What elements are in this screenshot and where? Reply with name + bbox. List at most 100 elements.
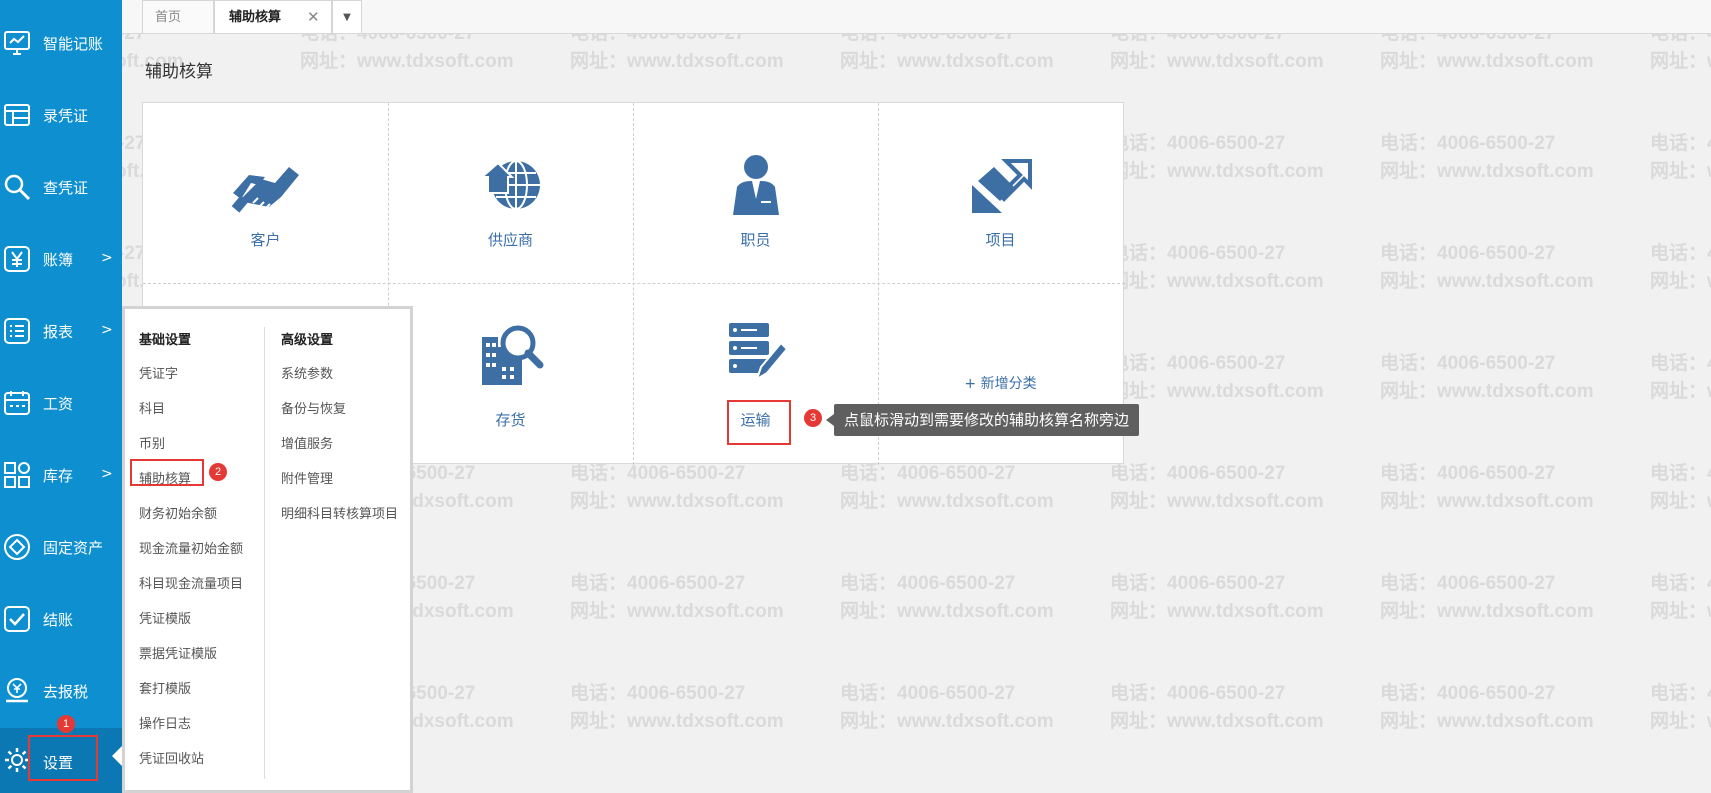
monitor-icon [4, 31, 30, 55]
menu-advanced-title: 高级设置 [281, 333, 334, 348]
tab-home-label: 首页 [155, 10, 182, 25]
yen-icon [4, 246, 30, 272]
category-supplier[interactable]: 供应商 [388, 103, 633, 283]
step-badge-2: 2 [209, 463, 227, 481]
sidebar-item-salary[interactable]: 工资 [0, 373, 122, 433]
sidebar-item-label: 固定资产 [43, 539, 104, 557]
tooltip: 点鼠标滑动到需要修改的辅助核算名称旁边 [825, 404, 1140, 436]
category-project[interactable]: 项目 [878, 103, 1123, 283]
watermark-text: 电话：4006-6500-27网址：www.tdxsoft.com [1110, 573, 1324, 622]
grid-icon [4, 462, 30, 488]
menu-basic-title: 基础设置 [139, 333, 192, 348]
watermark-text: 电话：4006-6500-27网址：www.tdxsoft.com [1650, 243, 1711, 292]
sidebar-item-label: 账簿 [43, 251, 74, 269]
project-arrow-icon [972, 159, 1032, 213]
chevron-right-icon: > [101, 322, 113, 338]
checkbox-icon [4, 606, 30, 632]
highlight-settings [28, 735, 98, 781]
watermark-text: 电话：4006-6500-27网址：www.tdxsoft.com [1110, 683, 1324, 732]
sidebar-item-closing[interactable]: 结账 [0, 589, 122, 649]
handshake-icon [231, 167, 299, 213]
menu-item-voucher-template[interactable]: 凭证模版 [139, 608, 191, 627]
watermark-text: 电话：4006-6500-27网址：www.tdxsoft.com [1650, 463, 1711, 512]
sidebar-item-label: 库存 [43, 467, 74, 485]
sidebar-item-inventory[interactable]: 库存 > [0, 445, 122, 505]
menu-item-account[interactable]: 科目 [139, 398, 165, 417]
watermark-text: 电话：4006-6500-27网址：www.tdxsoft.com [1110, 243, 1324, 292]
settings-menu: 基础设置 高级设置 凭证字 科目 币别 辅助核算 财务初始余额 现金流量初始金额… [122, 306, 413, 793]
watermark-text: 电话：4006-6500-27网址：www.tdxsoft.com [570, 683, 784, 732]
watermark-text: 电话：4006-6500-27网址：www.tdxsoft.com [1650, 683, 1711, 732]
sidebar-item-ledger[interactable]: 账簿 > [0, 229, 122, 289]
inventory-search-icon [482, 325, 544, 385]
watermark-text: 电话：4006-6500-27网址：www.tdxsoft.com [840, 463, 1054, 512]
add-category-cell[interactable]: + 新增分类 [878, 283, 1123, 463]
sidebar: 智能记账 录凭证 查凭证 账簿 > 报表 > 工资 库存 > 固定资产 结账 去… [0, 0, 122, 793]
chevron-down-icon: ▼ [343, 12, 351, 23]
sidebar-item-label: 查凭证 [43, 179, 89, 197]
menu-item-voucher-recycle[interactable]: 凭证回收站 [139, 748, 204, 767]
sidebar-item-fixed-assets[interactable]: 固定资产 [0, 517, 122, 577]
add-category-button[interactable]: + 新增分类 [878, 373, 1123, 393]
highlight-auxiliary-menu-item [130, 459, 204, 486]
category-label: 职员 [740, 231, 771, 249]
menu-item-cashflow-items[interactable]: 科目现金流量项目 [139, 573, 243, 592]
close-icon[interactable]: ✕ [307, 1, 320, 34]
chevron-right-icon: > [101, 466, 113, 482]
calendar-icon [4, 391, 30, 415]
chevron-right-icon: > [101, 250, 113, 266]
menu-item-initial-balance[interactable]: 财务初始余额 [139, 503, 217, 522]
sidebar-item-label: 去报税 [43, 683, 89, 701]
watermark-text: 电话：4006-6500-27网址：www.tdxsoft.com [1650, 353, 1711, 402]
menu-item-print-template[interactable]: 套打模版 [139, 678, 191, 697]
watermark-text: 电话：4006-6500-27网址：www.tdxsoft.com [1110, 133, 1324, 182]
category-employee[interactable]: 职员 [633, 103, 878, 283]
sidebar-item-tax[interactable]: 去报税 [0, 661, 122, 721]
menu-item-attachments[interactable]: 附件管理 [281, 468, 333, 487]
menu-item-currency[interactable]: 币别 [139, 433, 165, 452]
category-customer[interactable]: 客户 [143, 103, 388, 283]
watermark-text: 电话：4006-6500-27网址：www.tdxsoft.com [840, 573, 1054, 622]
tab-home[interactable]: 首页 [142, 0, 214, 33]
menu-item-bill-voucher-template[interactable]: 票据凭证模版 [139, 643, 217, 662]
watermark-text: 电话：4006-6500-27网址：www.tdxsoft.com [1380, 243, 1594, 292]
watermark-text: 电话：4006-6500-27网址：www.tdxsoft.com [840, 683, 1054, 732]
category-label: 客户 [250, 231, 281, 249]
menu-item-system-params[interactable]: 系统参数 [281, 363, 333, 382]
menu-item-convert-subaccount[interactable]: 明细科目转核算项目 [281, 503, 398, 522]
asset-icon [4, 534, 30, 560]
page-title: 辅助核算 [145, 62, 213, 82]
category-label: 项目 [985, 231, 1016, 249]
watermark-text: 电话：4006-6500-27网址：www.tdxsoft.com [1380, 133, 1594, 182]
watermark-text: 电话：4006-6500-27网址：www.tdxsoft.com [1380, 463, 1594, 512]
transport-icon [729, 323, 789, 382]
watermark-text: 电话：4006-6500-27网址：www.tdxsoft.com [1380, 353, 1594, 402]
sidebar-item-label: 智能记账 [43, 35, 104, 53]
menu-item-backup-restore[interactable]: 备份与恢复 [281, 398, 346, 417]
watermark-text: 电话：4006-6500-27网址：www.tdxsoft.com [1380, 573, 1594, 622]
menu-item-cashflow-initial[interactable]: 现金流量初始金额 [139, 538, 243, 557]
tab-more-button[interactable]: ▼ [332, 0, 362, 33]
sidebar-item-label: 录凭证 [43, 107, 89, 125]
step-badge-3: 3 [804, 409, 822, 427]
highlight-transport [727, 400, 791, 445]
search-icon [4, 174, 31, 201]
menu-item-value-added[interactable]: 增值服务 [281, 433, 333, 452]
watermark-text: 电话：4006-6500-27网址：www.tdxsoft.com [1650, 133, 1711, 182]
watermark-text: 电话：4006-6500-27网址：www.tdxsoft.com [570, 573, 784, 622]
sidebar-item-query-voucher[interactable]: 查凭证 [0, 157, 122, 217]
watermark-text: 电话：4006-6500-27网址：www.tdxsoft.com [1380, 683, 1594, 732]
menu-item-operation-log[interactable]: 操作日志 [139, 713, 191, 732]
sidebar-item-smart-bookkeeping[interactable]: 智能记账 [0, 13, 122, 73]
menu-item-voucher-word[interactable]: 凭证字 [139, 363, 178, 382]
sidebar-item-reports[interactable]: 报表 > [0, 301, 122, 361]
category-inventory[interactable]: 存货 [388, 283, 633, 463]
sidebar-item-enter-voucher[interactable]: 录凭证 [0, 85, 122, 145]
step-badge-1: 1 [57, 715, 75, 733]
tab-auxiliary-label: 辅助核算 [229, 10, 282, 25]
category-label: 存货 [495, 411, 526, 429]
menu-pointer [112, 746, 122, 766]
tab-auxiliary-accounting[interactable]: 辅助核算 ✕ [214, 0, 332, 33]
watermark-text: 电话：4006-6500-27网址：www.tdxsoft.com [1650, 573, 1711, 622]
watermark-text: 电话：4006-6500-27网址：www.tdxsoft.com [1110, 353, 1324, 402]
